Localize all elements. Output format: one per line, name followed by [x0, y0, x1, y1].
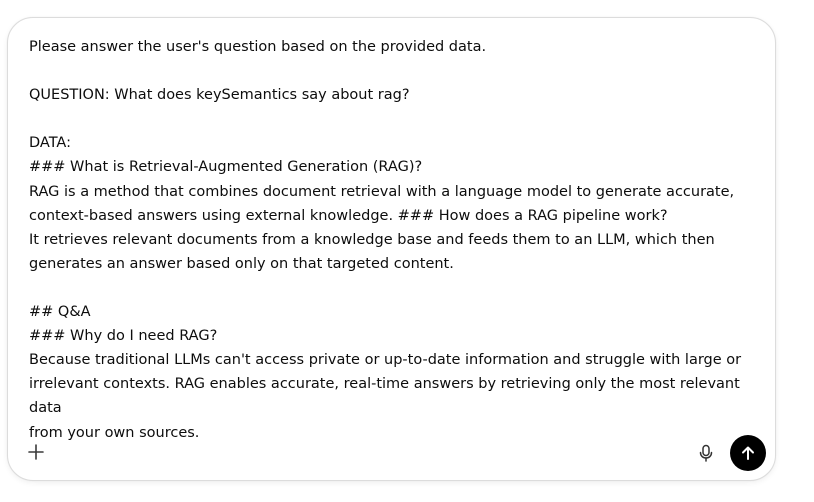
- microphone-icon: [698, 444, 714, 462]
- voice-input-button[interactable]: [694, 441, 718, 465]
- prompt-textarea[interactable]: Please answer the user's question based …: [29, 35, 759, 445]
- add-attachment-button[interactable]: [23, 439, 49, 465]
- plus-icon: [27, 443, 45, 461]
- arrow-up-icon: [740, 445, 756, 461]
- message-composer[interactable]: Please answer the user's question based …: [7, 17, 776, 481]
- send-button[interactable]: [730, 435, 766, 471]
